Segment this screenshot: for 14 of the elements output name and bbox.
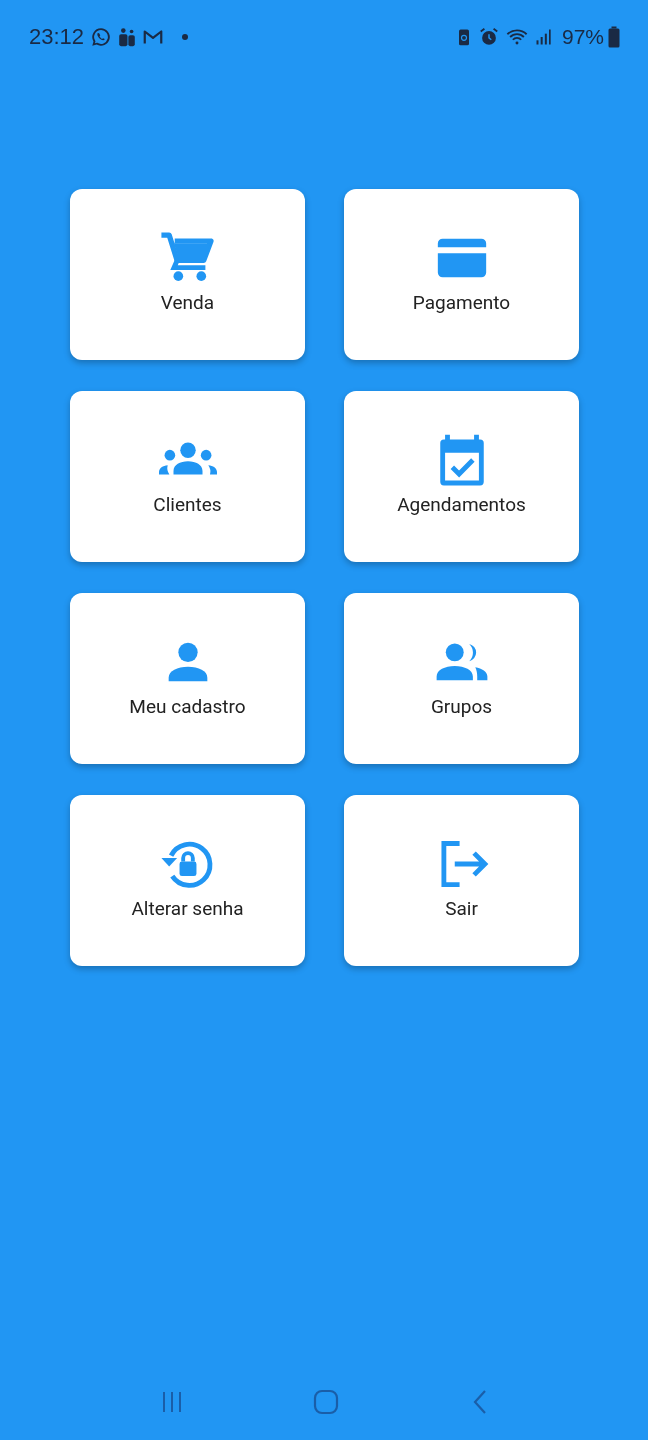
menu-card[interactable]: Pagamento <box>344 189 579 360</box>
notification-dot <box>182 34 189 40</box>
chat-bubble-icon <box>90 26 113 48</box>
menu-card[interactable]: Venda <box>70 189 305 360</box>
menu-card[interactable]: Meu cadastro <box>70 593 305 764</box>
menu-card[interactable]: Clientes <box>70 391 305 562</box>
menu-card[interactable]: Sair <box>344 795 579 966</box>
battery-percent: 97% <box>561 25 604 49</box>
menu-card[interactable]: Alterar senha <box>70 795 305 966</box>
clock-time: 23:12 <box>29 24 85 50</box>
menu-card[interactable]: Grupos <box>344 593 579 764</box>
home-icon[interactable] <box>312 1388 341 1416</box>
menu-card[interactable]: Agendamentos <box>344 391 579 562</box>
battery-icon <box>608 26 620 48</box>
